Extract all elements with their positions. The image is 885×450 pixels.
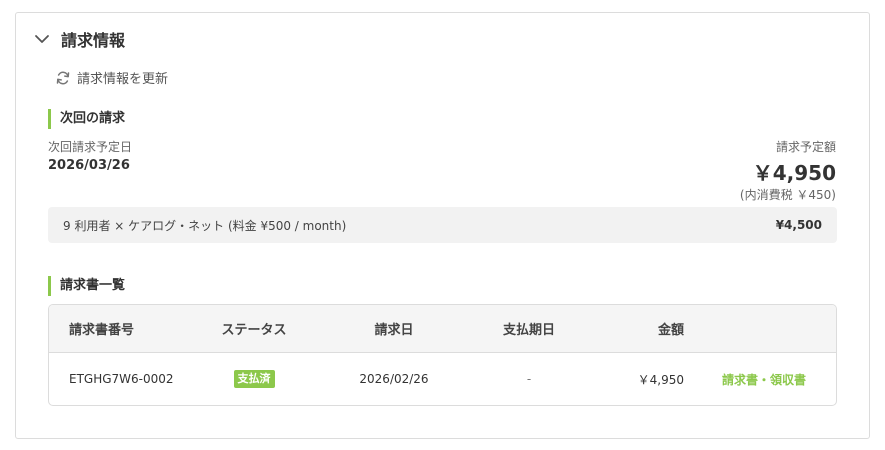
- billing-amount-label: 請求予定額: [775, 140, 836, 154]
- refresh-billing-button[interactable]: 請求情報を更新: [55, 68, 168, 87]
- invoice-receipt-link[interactable]: 請求書・領収書: [722, 371, 806, 388]
- column-header-due-date: 支払期日: [502, 323, 555, 338]
- billing-tax-note: (内消費税 ￥450): [739, 188, 836, 202]
- section-title-next-billing: 次回の請求: [48, 109, 125, 129]
- invoice-table-header: 請求書番号 ステータス 請求日 支払期日 金額: [49, 305, 836, 353]
- line-item-price: ¥4,500: [775, 218, 822, 232]
- billing-panel: 請求情報 請求情報を更新 次回の請求 次回請求予定日 2026/03/26 請求…: [15, 12, 870, 439]
- column-header-status: ステータス: [221, 323, 287, 338]
- invoice-table: 請求書番号 ステータス 請求日 支払期日 金額 ETGHG7W6-0002 支払…: [48, 304, 837, 406]
- billing-amount-value: ￥4,950: [752, 161, 836, 185]
- chevron-down-icon[interactable]: [33, 30, 51, 48]
- invoice-due-date: -: [526, 372, 532, 386]
- column-header-invoice-date: 請求日: [374, 323, 414, 338]
- billing-line-item: 9 利用者 × ケアログ・ネット (料金 ¥500 / month) ¥4,50…: [48, 207, 837, 243]
- column-header-invoice-number: 請求書番号: [69, 323, 135, 338]
- status-cell: 支払済: [199, 353, 309, 405]
- column-header-amount: 金額: [657, 323, 684, 338]
- billing-panel-header[interactable]: 請求情報: [33, 27, 125, 51]
- invoice-number: ETGHG7W6-0002: [69, 372, 174, 386]
- next-billing-date-label: 次回請求予定日: [48, 140, 133, 154]
- panel-title: 請求情報: [61, 31, 126, 50]
- line-item-description: 9 利用者 × ケアログ・ネット (料金 ¥500 / month): [63, 218, 347, 233]
- status-badge: 支払済: [233, 370, 275, 388]
- refresh-billing-label: 請求情報を更新: [77, 72, 169, 87]
- invoice-date: 2026/02/26: [359, 372, 429, 386]
- table-row: ETGHG7W6-0002 支払済 2026/02/26 - ￥4,950 請求…: [49, 353, 836, 405]
- invoice-amount: ￥4,950: [637, 372, 684, 387]
- invoice-doc-cell: 請求書・領収書: [709, 353, 819, 405]
- section-title-invoices: 請求書一覧: [48, 276, 125, 296]
- refresh-icon: [56, 71, 70, 84]
- next-billing-date-value: 2026/03/26: [48, 158, 130, 173]
